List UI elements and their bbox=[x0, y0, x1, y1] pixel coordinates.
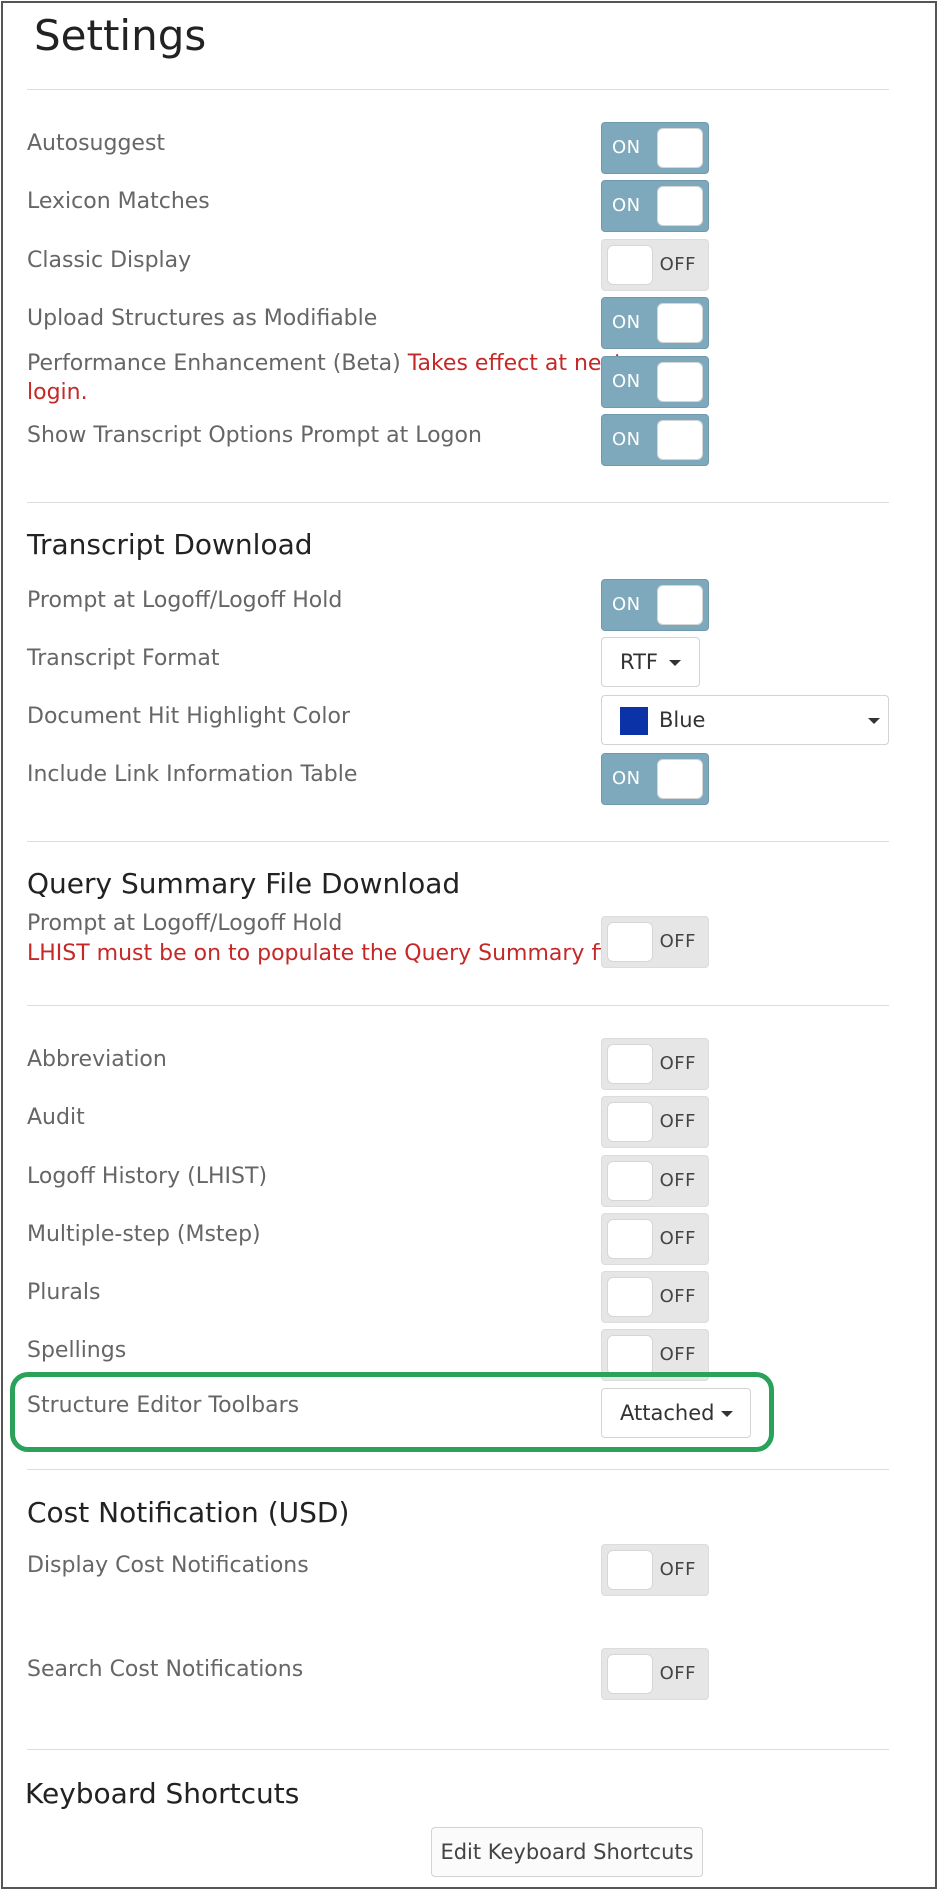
toggle-state: ON bbox=[612, 312, 641, 333]
toggle-knob bbox=[607, 1044, 653, 1084]
transcript-prompt-logoff-label: Prompt at Logoff/Logoff Hold bbox=[27, 588, 343, 613]
structure-toolbars-dropdown[interactable]: Attached bbox=[601, 1388, 751, 1438]
upload-structures-label: Upload Structures as Modifiable bbox=[27, 306, 378, 331]
link-table-toggle[interactable]: ON bbox=[601, 753, 709, 805]
classic-display-toggle[interactable]: OFF bbox=[601, 239, 709, 291]
toggle-state: OFF bbox=[659, 1170, 696, 1191]
abbreviation-toggle[interactable]: OFF bbox=[601, 1038, 709, 1090]
query-summary-toggle[interactable]: OFF bbox=[601, 916, 709, 968]
toggle-knob bbox=[657, 585, 703, 625]
query-summary-heading: Query Summary File Download bbox=[27, 867, 461, 900]
settings-panel: Settings Autosuggest ON Lexicon Matches … bbox=[1, 1, 937, 1889]
dropdown-value: RTF bbox=[620, 650, 658, 674]
toggle-knob bbox=[607, 922, 653, 962]
transcript-format-dropdown[interactable]: RTF bbox=[601, 637, 700, 687]
display-cost-toggle[interactable]: OFF bbox=[601, 1544, 709, 1596]
toggle-knob bbox=[657, 362, 703, 402]
toggle-state: OFF bbox=[659, 1344, 696, 1365]
query-summary-prompt-label: Prompt at Logoff/Logoff Hold bbox=[27, 911, 343, 936]
mstep-toggle[interactable]: OFF bbox=[601, 1213, 709, 1265]
toggle-state: ON bbox=[612, 137, 641, 158]
divider bbox=[27, 89, 889, 90]
toggle-state: OFF bbox=[659, 931, 696, 952]
mstep-label: Multiple-step (Mstep) bbox=[27, 1222, 261, 1247]
cost-notification-heading: Cost Notification (USD) bbox=[27, 1496, 350, 1529]
plurals-toggle[interactable]: OFF bbox=[601, 1271, 709, 1323]
chevron-down-icon bbox=[669, 660, 681, 666]
spellings-label: Spellings bbox=[27, 1338, 127, 1363]
audit-label: Audit bbox=[27, 1105, 85, 1130]
toggle-state: ON bbox=[612, 594, 641, 615]
divider bbox=[27, 502, 889, 503]
lhist-label: Logoff History (LHIST) bbox=[27, 1164, 268, 1189]
toggle-state: ON bbox=[612, 429, 641, 450]
page-title: Settings bbox=[34, 11, 207, 60]
toggle-knob bbox=[607, 1161, 653, 1201]
audit-toggle[interactable]: OFF bbox=[601, 1096, 709, 1148]
divider bbox=[27, 1005, 889, 1006]
toggle-knob bbox=[607, 1654, 653, 1694]
toggle-state: ON bbox=[612, 371, 641, 392]
structure-toolbars-label: Structure Editor Toolbars bbox=[27, 1393, 300, 1418]
performance-note: Takes effect at next bbox=[407, 351, 623, 376]
toggle-knob bbox=[657, 420, 703, 460]
abbreviation-label: Abbreviation bbox=[27, 1047, 167, 1072]
divider bbox=[27, 1469, 889, 1470]
performance-label-text: Performance Enhancement (Beta) bbox=[27, 351, 401, 376]
lexicon-matches-toggle[interactable]: ON bbox=[601, 180, 709, 232]
performance-enhancement-toggle[interactable]: ON bbox=[601, 356, 709, 408]
query-summary-warning: LHIST must be on to populate the Query S… bbox=[27, 941, 632, 966]
edit-keyboard-shortcuts-button[interactable]: Edit Keyboard Shortcuts bbox=[431, 1827, 703, 1877]
lhist-toggle[interactable]: OFF bbox=[601, 1155, 709, 1207]
toggle-knob bbox=[607, 1219, 653, 1259]
toggle-knob bbox=[657, 128, 703, 168]
color-swatch bbox=[620, 707, 648, 735]
transcript-prompt-toggle[interactable]: ON bbox=[601, 414, 709, 466]
toggle-knob bbox=[657, 759, 703, 799]
keyboard-shortcuts-heading: Keyboard Shortcuts bbox=[25, 1777, 300, 1810]
toggle-state: ON bbox=[612, 768, 641, 789]
toggle-knob bbox=[657, 186, 703, 226]
dropdown-value: Blue bbox=[659, 708, 706, 732]
toggle-state: ON bbox=[612, 195, 641, 216]
transcript-prompt-logoff-toggle[interactable]: ON bbox=[601, 579, 709, 631]
toggle-knob bbox=[607, 1102, 653, 1142]
chevron-down-icon bbox=[721, 1411, 733, 1417]
link-table-label: Include Link Information Table bbox=[27, 762, 358, 787]
toggle-knob bbox=[607, 245, 653, 285]
toggle-state: OFF bbox=[659, 1111, 696, 1132]
toggle-state: OFF bbox=[659, 1559, 696, 1580]
transcript-format-label: Transcript Format bbox=[27, 646, 220, 671]
transcript-download-heading: Transcript Download bbox=[27, 528, 313, 561]
toggle-knob bbox=[607, 1550, 653, 1590]
autosuggest-label: Autosuggest bbox=[27, 131, 166, 156]
divider bbox=[27, 1749, 889, 1750]
search-cost-toggle[interactable]: OFF bbox=[601, 1648, 709, 1700]
plurals-label: Plurals bbox=[27, 1280, 101, 1305]
performance-note-continued: login. bbox=[27, 380, 88, 405]
toggle-state: OFF bbox=[659, 1228, 696, 1249]
toggle-knob bbox=[607, 1335, 653, 1375]
highlight-color-dropdown[interactable]: Blue bbox=[601, 695, 889, 745]
transcript-prompt-label: Show Transcript Options Prompt at Logon bbox=[27, 423, 482, 448]
upload-structures-toggle[interactable]: ON bbox=[601, 297, 709, 349]
toggle-state: OFF bbox=[659, 1286, 696, 1307]
classic-display-label: Classic Display bbox=[27, 248, 192, 273]
toggle-knob bbox=[657, 303, 703, 343]
toggle-knob bbox=[607, 1277, 653, 1317]
toggle-state: OFF bbox=[659, 1053, 696, 1074]
dropdown-value: Attached bbox=[620, 1401, 715, 1425]
highlight-color-label: Document Hit Highlight Color bbox=[27, 704, 350, 729]
toggle-state: OFF bbox=[659, 1663, 696, 1684]
performance-enhancement-label: Performance Enhancement (Beta) Takes eff… bbox=[27, 349, 623, 379]
toggle-state: OFF bbox=[659, 254, 696, 275]
lexicon-matches-label: Lexicon Matches bbox=[27, 189, 210, 214]
autosuggest-toggle[interactable]: ON bbox=[601, 122, 709, 174]
display-cost-label: Display Cost Notifications bbox=[27, 1553, 309, 1578]
chevron-down-icon bbox=[868, 718, 880, 724]
search-cost-label: Search Cost Notifications bbox=[27, 1657, 304, 1682]
divider bbox=[27, 841, 889, 842]
